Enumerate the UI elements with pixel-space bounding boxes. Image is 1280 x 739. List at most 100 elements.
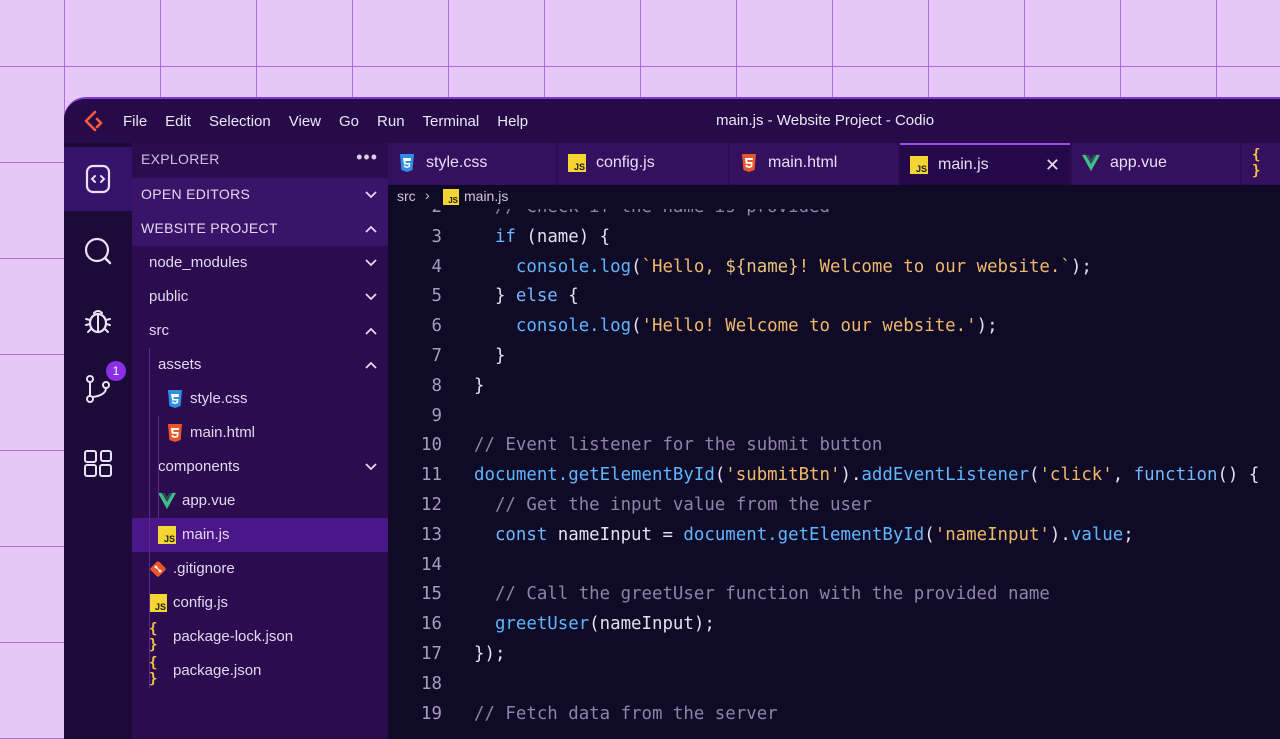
open-editors-section[interactable]: OPEN EDITORS bbox=[132, 178, 388, 212]
code-token: // Call the greetUser function with the … bbox=[474, 584, 1050, 605]
vue-icon bbox=[158, 492, 176, 510]
tab-app-vue[interactable]: app.vue bbox=[1072, 143, 1240, 185]
code-token: // Check if the name is provided bbox=[474, 209, 830, 217]
file-item[interactable]: .gitignore bbox=[132, 552, 388, 586]
code-token: () { bbox=[1217, 465, 1260, 486]
menu-item-go[interactable]: Go bbox=[339, 113, 359, 130]
tree-item-label: style.css bbox=[190, 390, 248, 407]
code-token: 'click' bbox=[1039, 465, 1113, 486]
notification-badge: 1 bbox=[106, 361, 126, 381]
indent-guide bbox=[158, 416, 159, 518]
tab-label: main.html bbox=[768, 154, 838, 171]
menu-item-edit[interactable]: Edit bbox=[165, 113, 191, 130]
code-token: console.log bbox=[474, 256, 632, 277]
code-text: if (name) { bbox=[474, 227, 610, 247]
code-line: 18 bbox=[388, 674, 1280, 704]
code-text: console.log(`Hello, ${name}! Welcome to … bbox=[474, 257, 1092, 277]
menu-item-view[interactable]: View bbox=[289, 113, 321, 130]
tab-main-html[interactable]: main.html bbox=[730, 143, 898, 185]
code-token: ); bbox=[1070, 256, 1092, 277]
tab-style-css[interactable]: style.css bbox=[388, 143, 556, 185]
folder-item[interactable]: public bbox=[132, 280, 388, 314]
code-text: // Check if the name is provided bbox=[474, 209, 830, 217]
website-project-section[interactable]: WEBSITE PROJECT bbox=[132, 212, 388, 246]
tab-config-js[interactable]: JS config.js bbox=[558, 143, 728, 185]
title-bar: File Edit Selection View Go Run Terminal Help m… bbox=[64, 99, 1280, 143]
code-view[interactable]: 2 // Check if the name is provided3 if (… bbox=[388, 209, 1280, 739]
breadcrumb-folder[interactable]: src bbox=[397, 188, 416, 204]
code-token: ( bbox=[1028, 465, 1040, 486]
menu-item-terminal[interactable]: Terminal bbox=[423, 113, 480, 130]
source-control-icon[interactable]: 1 bbox=[64, 361, 132, 415]
file-item[interactable]: main.html bbox=[132, 416, 388, 450]
code-token: ! Welcome to our website.` bbox=[798, 256, 1071, 277]
tree-item-label: main.html bbox=[190, 424, 256, 441]
file-item[interactable]: app.vue bbox=[132, 484, 388, 518]
codio-logo-icon bbox=[84, 110, 103, 132]
code-token: document.getElementById bbox=[474, 465, 715, 486]
code-text: console.log('Hello! Welcome to our websi… bbox=[474, 316, 998, 336]
menu-item-help[interactable]: Help bbox=[497, 113, 528, 130]
close-icon[interactable]: ✕ bbox=[1045, 155, 1060, 176]
code-text: }); bbox=[474, 644, 505, 664]
tab-bar: style.css JS config.js main.html JS main.js ✕ a… bbox=[388, 143, 1280, 185]
folder-item[interactable]: assets bbox=[132, 348, 388, 382]
code-text: // Call the greetUser function with the … bbox=[474, 584, 1050, 604]
tab-label: app.vue bbox=[1110, 154, 1167, 171]
code-line: 9 bbox=[388, 406, 1280, 436]
code-token: ). bbox=[840, 465, 862, 486]
file-item[interactable]: JS main.js bbox=[132, 518, 388, 552]
code-token: { bbox=[557, 286, 579, 307]
css-icon bbox=[166, 390, 184, 408]
line-number: 11 bbox=[421, 465, 442, 486]
menu-item-file[interactable]: File bbox=[123, 113, 147, 130]
breadcrumb: src › JS main.js bbox=[388, 185, 1280, 209]
folder-item[interactable]: node_modules bbox=[132, 246, 388, 280]
extensions-icon[interactable] bbox=[64, 437, 132, 489]
search-icon[interactable] bbox=[64, 225, 132, 277]
file-item[interactable]: JS config.js bbox=[132, 586, 388, 620]
json-icon: { } bbox=[149, 621, 158, 653]
explorer-title: EXPLORER bbox=[141, 151, 220, 167]
line-number: 16 bbox=[421, 614, 442, 635]
debug-icon[interactable] bbox=[64, 295, 132, 347]
editor-area: style.css JS config.js main.html JS main.js ✕ a… bbox=[388, 143, 1280, 739]
code-token: // Fetch data from the server bbox=[474, 703, 778, 724]
folder-item[interactable]: src bbox=[132, 314, 388, 348]
menu-item-run[interactable]: Run bbox=[377, 113, 405, 130]
chevron-down-icon bbox=[365, 463, 377, 471]
code-line: 2 // Check if the name is provided bbox=[388, 209, 1280, 227]
tab-main-js[interactable]: JS main.js ✕ bbox=[900, 143, 1070, 185]
code-token: } bbox=[474, 375, 485, 396]
line-number: 19 bbox=[421, 703, 442, 724]
code-token: ( bbox=[515, 226, 537, 247]
tab-json[interactable]: { } bbox=[1242, 143, 1280, 185]
explorer-icon[interactable] bbox=[64, 147, 132, 211]
file-item[interactable]: { } package-lock.json bbox=[132, 620, 388, 654]
code-token: ( bbox=[631, 316, 642, 337]
breadcrumb-separator: › bbox=[425, 187, 430, 203]
code-text: document.getElementById('submitBtn').add… bbox=[474, 465, 1259, 485]
line-number: 6 bbox=[431, 316, 442, 337]
tree-item-label: .gitignore bbox=[173, 560, 235, 577]
activity-bar: 1 bbox=[64, 143, 132, 739]
file-item[interactable]: style.css bbox=[132, 382, 388, 416]
code-token: // Get the input value from the user bbox=[474, 495, 872, 515]
breadcrumb-file[interactable]: main.js bbox=[464, 188, 508, 204]
code-line: 16 greetUser(nameInput); bbox=[388, 614, 1280, 644]
more-actions-button[interactable]: ••• bbox=[356, 147, 378, 168]
tab-label: config.js bbox=[596, 154, 655, 171]
menu-item-selection[interactable]: Selection bbox=[209, 113, 271, 130]
code-token: ( bbox=[631, 256, 642, 277]
tree-item-label: components bbox=[158, 458, 240, 475]
js-icon: JS bbox=[149, 594, 167, 612]
code-line: 11 document.getElementById('submitBtn').a… bbox=[388, 465, 1280, 495]
json-icon: { } bbox=[149, 655, 158, 687]
code-line: 12 // Get the input value from the user bbox=[388, 495, 1280, 525]
window-title: main.js - Website Project - Codio bbox=[716, 112, 935, 129]
file-item[interactable]: { } package.json bbox=[132, 654, 388, 688]
folder-item[interactable]: components bbox=[132, 450, 388, 484]
code-token: const bbox=[474, 524, 548, 545]
code-token: name bbox=[536, 226, 579, 247]
line-number: 5 bbox=[431, 286, 442, 307]
